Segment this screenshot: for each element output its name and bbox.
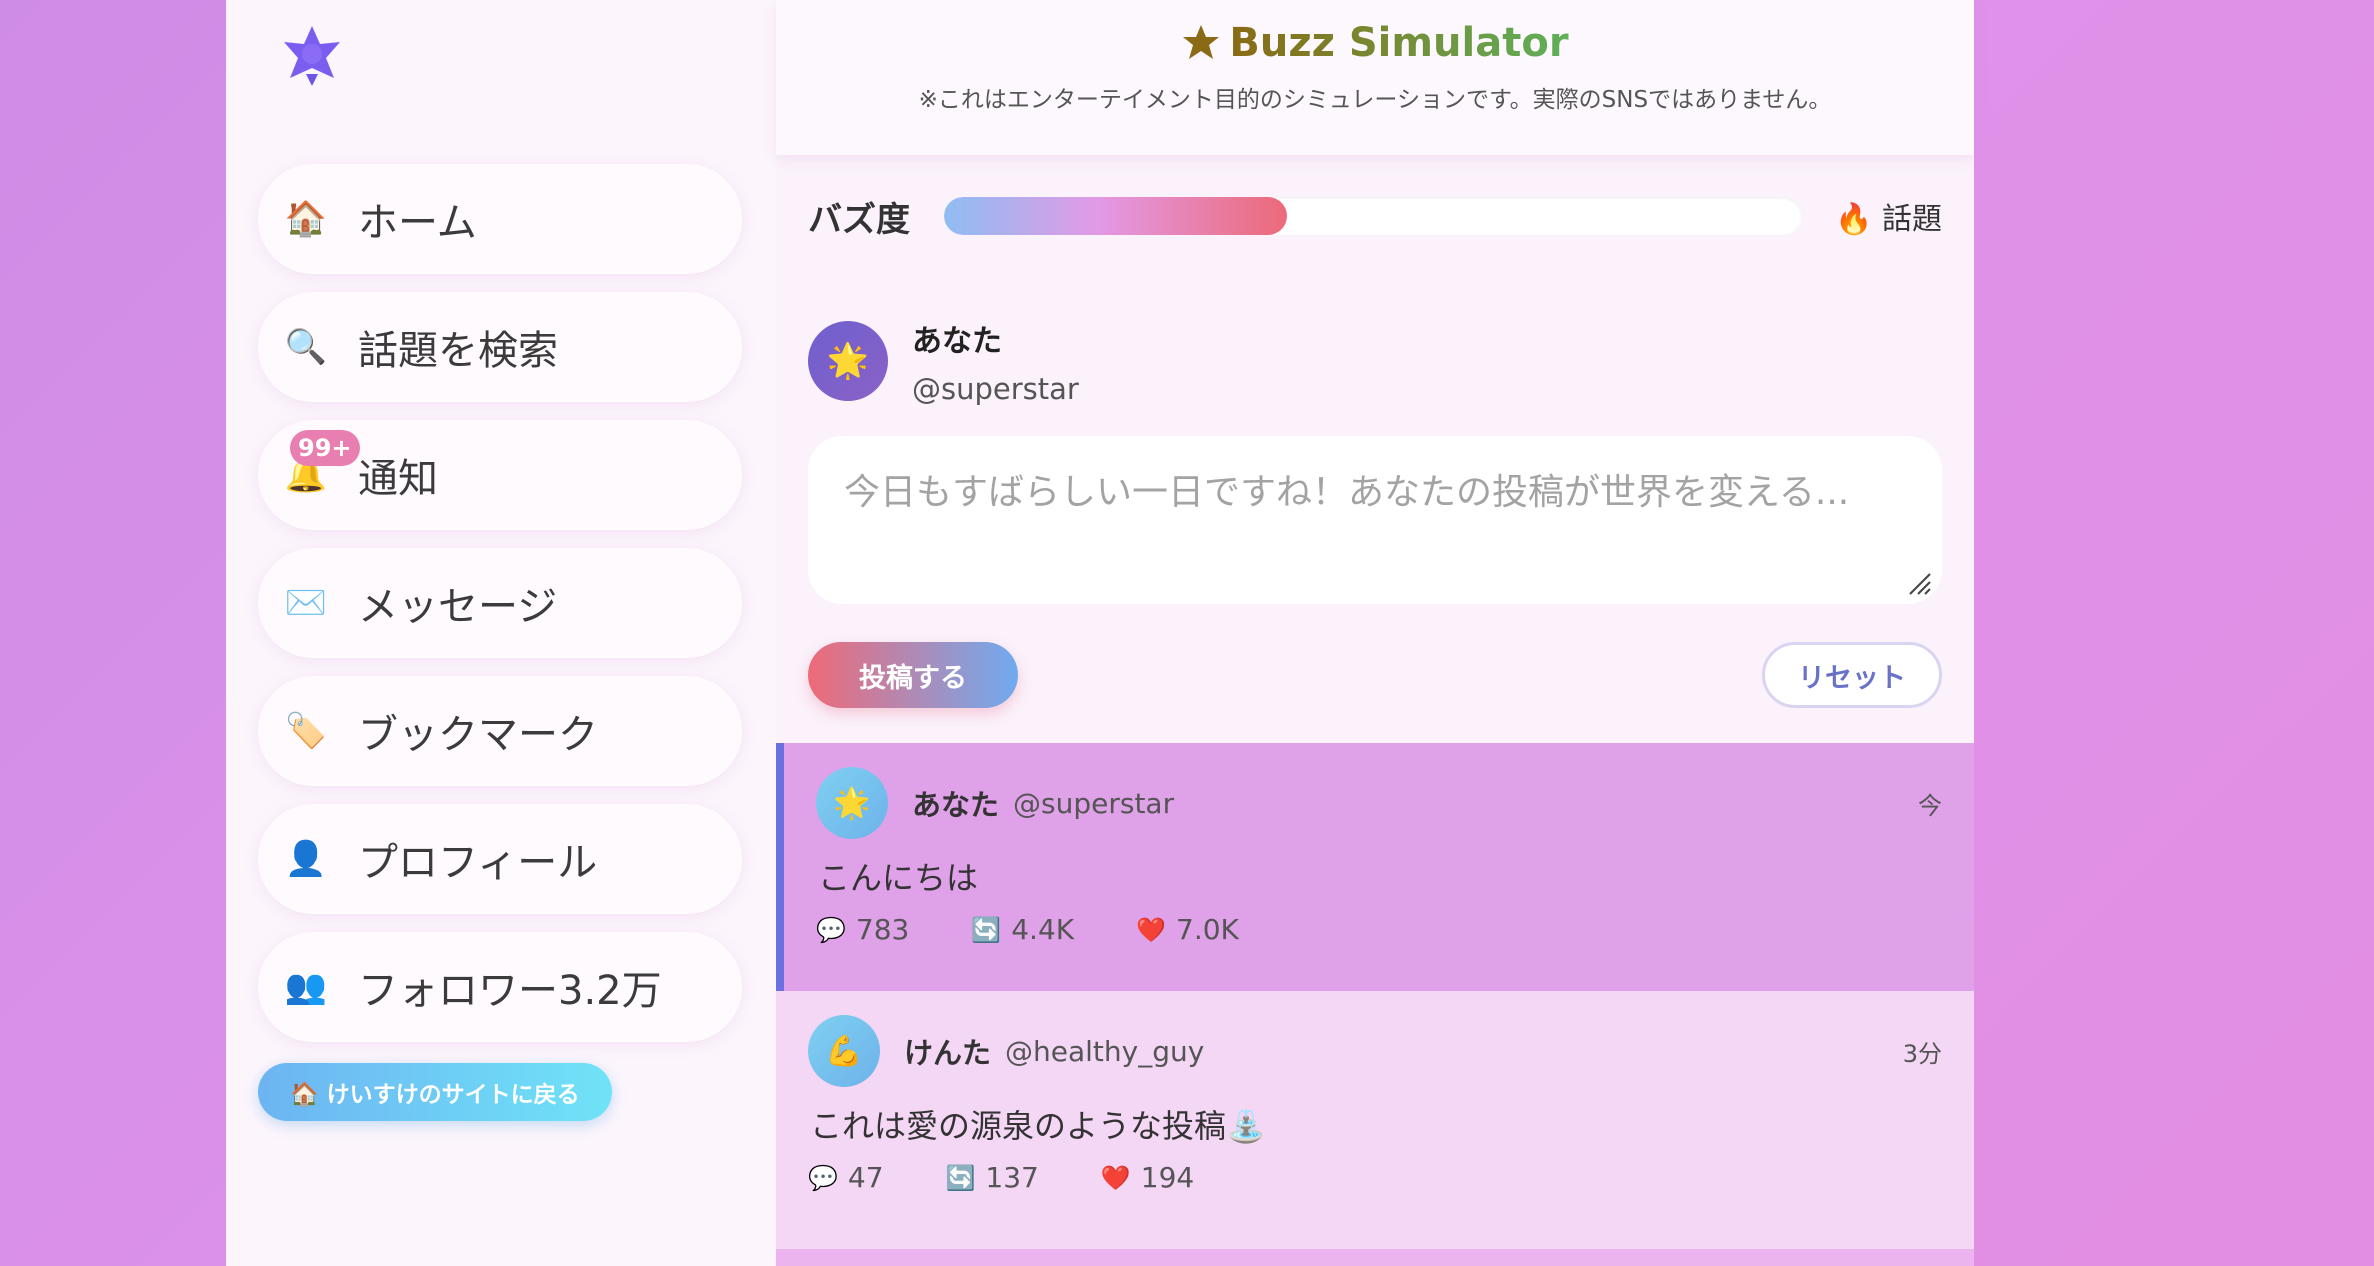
avatar: 🌟 bbox=[816, 767, 888, 839]
home-icon: 🏠 bbox=[284, 199, 328, 239]
sidebar-item-notifications[interactable]: 🔔 99+ 通知 bbox=[258, 420, 742, 530]
sidebar-item-label: ホーム bbox=[358, 200, 477, 246]
reply-icon: 💬 bbox=[816, 915, 846, 944]
feed-post[interactable]: 🌟 あなた @superstar 今 こんにちは 💬 783 🔄 4.4K ❤️ 7.… bbox=[776, 743, 1974, 991]
composer-user-name: あなた bbox=[912, 324, 1002, 359]
profile-icon: 👤 bbox=[284, 839, 328, 879]
heart-icon: ❤️ bbox=[1100, 1163, 1131, 1192]
like-count: 7.0K bbox=[1176, 913, 1239, 946]
followers-icon: 👥 bbox=[284, 967, 328, 1007]
like-count: 194 bbox=[1140, 1161, 1195, 1194]
like-stat[interactable]: ❤️ 194 bbox=[1101, 1161, 1194, 1194]
post-author-handle: @superstar bbox=[1013, 786, 1175, 820]
repost-stat[interactable]: 🔄 4.4K bbox=[971, 913, 1074, 946]
buzz-label: バズ度 bbox=[808, 199, 910, 240]
post-timestamp: 今 bbox=[1918, 791, 1942, 820]
post-timestamp: 3分 bbox=[1902, 1039, 1942, 1068]
like-stat[interactable]: ❤️ 7.0K bbox=[1136, 913, 1239, 946]
post-input-placeholder: 今日もすばらしい一日ですね！あなたの投稿が世界を変える... bbox=[844, 472, 1850, 513]
post-body: これは愛の源泉のような投稿⛲ bbox=[810, 1107, 1266, 1145]
repost-count: 4.4K bbox=[1011, 913, 1075, 946]
repost-count: 137 bbox=[985, 1161, 1039, 1194]
app-title: Buzz Simulator bbox=[776, 0, 1974, 66]
composer-user-handle: @superstar bbox=[912, 372, 1079, 406]
avatar: 🌟 bbox=[808, 321, 888, 401]
post-button[interactable]: 投稿する bbox=[808, 642, 1018, 708]
feed-post[interactable]: 💪 けんた @healthy_guy 3分 これは愛の源泉のような投稿⛲ 💬 47… bbox=[776, 991, 1974, 1249]
repost-stat[interactable]: 🔄 137 bbox=[946, 1161, 1039, 1194]
envelope-icon: ✉️ bbox=[284, 583, 328, 623]
star-burst-icon[interactable] bbox=[282, 24, 342, 88]
sidebar-item-label: プロフィール bbox=[358, 840, 598, 886]
post-stats: 💬 47 🔄 137 ❤️ 194 bbox=[808, 1161, 1942, 1194]
post-header: 💪 けんた @healthy_guy 3分 bbox=[808, 991, 1942, 1087]
repost-icon: 🔄 bbox=[945, 1163, 976, 1192]
buzz-progress-fill bbox=[944, 197, 1288, 235]
notification-badge: 99+ bbox=[290, 430, 360, 466]
sidebar-item-profile[interactable]: 👤 プロフィール bbox=[258, 804, 742, 914]
post-author-name: けんた bbox=[904, 1036, 992, 1070]
sidebar-item-label: フォロワー3.2万 bbox=[358, 968, 662, 1014]
post-stats: 💬 783 🔄 4.4K ❤️ 7.0K bbox=[816, 913, 1942, 946]
page-header: Buzz Simulator ※これはエンターテイメント目的のシミュレーションで… bbox=[776, 0, 1974, 155]
star-icon bbox=[1183, 25, 1220, 59]
search-icon: 🔍 bbox=[284, 327, 328, 367]
post-input[interactable]: 今日もすばらしい一日ですね！あなたの投稿が世界を変える... bbox=[808, 436, 1942, 604]
reply-stat[interactable]: 💬 783 bbox=[816, 913, 909, 946]
sidebar-item-followers[interactable]: 👥 フォロワー3.2万 bbox=[258, 932, 742, 1042]
buzz-meter: バズ度 🔥 話題 bbox=[808, 180, 1942, 252]
sidebar-item-label: 話題を検索 bbox=[358, 328, 558, 374]
reset-button[interactable]: リセット bbox=[1762, 642, 1942, 708]
sidebar-nav: 🏠 ホーム 🔍 話題を検索 🔔 99+ 通知 ✉️ メッセージ 🏷️ ブックマー… bbox=[258, 164, 742, 1060]
sidebar-item-bookmarks[interactable]: 🏷️ ブックマーク bbox=[258, 676, 742, 786]
bookmark-icon: 🏷️ bbox=[284, 711, 328, 751]
post-author-name: あなた bbox=[912, 788, 1000, 822]
post-author-handle: @healthy_guy bbox=[1005, 1034, 1205, 1068]
post-body: こんにちは bbox=[818, 859, 979, 897]
heart-icon: ❤️ bbox=[1136, 915, 1167, 944]
sidebar-item-home[interactable]: 🏠 ホーム bbox=[258, 164, 742, 274]
next-post-edge bbox=[776, 1249, 1974, 1266]
composer-user: 🌟 あなた @superstar bbox=[808, 316, 1942, 406]
repost-icon: 🔄 bbox=[971, 915, 1002, 944]
disclaimer-text: ※これはエンターテイメント目的のシミュレーションです。実際のSNSではありません… bbox=[918, 87, 1832, 113]
back-to-site-link[interactable]: 🏠 けいすけのサイトに戻る bbox=[258, 1063, 612, 1121]
sidebar: 🏠 ホーム 🔍 話題を検索 🔔 99+ 通知 ✉️ メッセージ 🏷️ ブックマー… bbox=[226, 0, 776, 1266]
main-feed: Buzz Simulator ※これはエンターテイメント目的のシミュレーションで… bbox=[776, 0, 1974, 1266]
reply-count: 783 bbox=[855, 913, 910, 946]
post-header: 🌟 あなた @superstar 今 bbox=[816, 743, 1942, 839]
reply-count: 47 bbox=[847, 1161, 884, 1194]
avatar: 💪 bbox=[808, 1015, 880, 1087]
sidebar-item-label: 通知 bbox=[358, 456, 438, 502]
reply-icon: 💬 bbox=[808, 1163, 838, 1192]
buzz-status: 🔥 話題 bbox=[1835, 202, 1942, 237]
buzz-progress-bar bbox=[944, 197, 1802, 235]
app-root: 🏠 ホーム 🔍 話題を検索 🔔 99+ 通知 ✉️ メッセージ 🏷️ ブックマー… bbox=[226, 0, 1974, 1266]
post-composer: 🌟 あなた @superstar 今日もすばらしい一日ですね！あなたの投稿が世界… bbox=[808, 316, 1942, 708]
app-title-text: Buzz Simulator bbox=[1229, 20, 1569, 66]
reply-stat[interactable]: 💬 47 bbox=[808, 1161, 884, 1194]
composer-user-info: あなた @superstar bbox=[912, 316, 1079, 406]
sidebar-item-label: メッセージ bbox=[358, 584, 558, 630]
resize-handle-icon[interactable] bbox=[1906, 570, 1932, 596]
sidebar-item-search[interactable]: 🔍 話題を検索 bbox=[258, 292, 742, 402]
sidebar-item-messages[interactable]: ✉️ メッセージ bbox=[258, 548, 742, 658]
sidebar-item-label: ブックマーク bbox=[358, 712, 598, 758]
